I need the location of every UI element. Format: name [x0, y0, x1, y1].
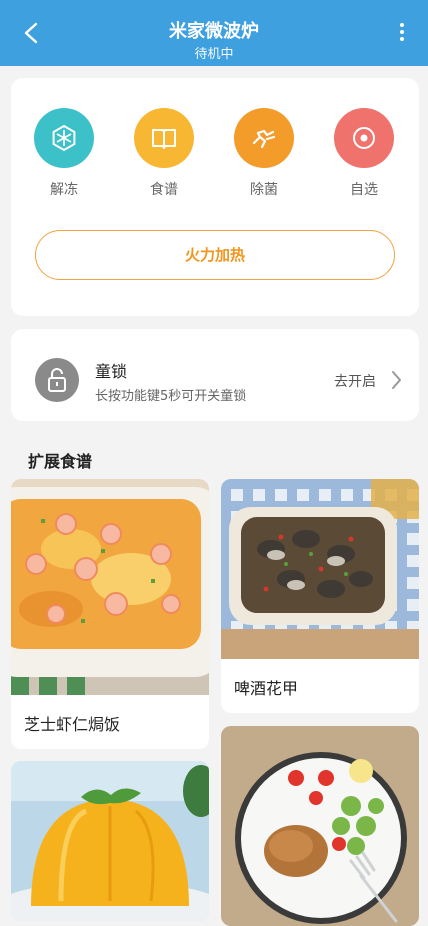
recipes-circle: [134, 108, 194, 168]
mode-defrost[interactable]: 解冻: [29, 108, 99, 199]
child-lock-title: 童锁: [95, 362, 128, 381]
mode-label: 解冻: [50, 182, 78, 198]
recipe-image-chicken-salad: [221, 726, 419, 926]
sterilize-icon: [252, 129, 276, 149]
more-vertical-icon: [400, 23, 404, 41]
lock-icon-circle: [35, 358, 79, 402]
sterilize-circle: [234, 108, 294, 168]
lock-icon: [48, 368, 66, 392]
recipe-card[interactable]: [221, 726, 419, 926]
snowflake-hex-icon: [52, 124, 76, 152]
recipes-section-title: 扩展食谱: [28, 452, 93, 471]
modes-card: 解冻 食谱 除菌 自选 火力加热: [11, 78, 419, 316]
mode-recipes[interactable]: 食谱: [129, 108, 199, 199]
mode-custom[interactable]: 自选: [329, 108, 399, 199]
chevron-right-icon: [388, 369, 404, 395]
recipe-image-orange-pudding: [11, 761, 209, 921]
custom-target-icon: [353, 127, 375, 149]
heat-power-button[interactable]: 火力加热: [35, 230, 395, 280]
child-lock-action[interactable]: 去开启: [334, 371, 376, 391]
recipe-name: 啤酒花甲: [234, 679, 299, 698]
recipe-image-shrimp-rice: [11, 479, 209, 695]
device-status: 待机中: [194, 47, 234, 62]
recipe-card[interactable]: [11, 761, 209, 921]
child-lock-card[interactable]: 童锁 长按功能键5秒可开关童锁 去开启: [11, 329, 419, 421]
recipe-name: 芝士虾仁焗饭: [24, 715, 121, 734]
more-button[interactable]: [390, 18, 414, 48]
recipe-image-beer-clams: [221, 479, 419, 659]
mode-label: 食谱: [150, 182, 178, 198]
defrost-circle: [34, 108, 94, 168]
page-title: 米家微波炉: [169, 21, 259, 42]
mode-label: 自选: [350, 182, 378, 198]
child-lock-description: 长按功能键5秒可开关童锁: [95, 389, 247, 404]
book-icon: [152, 129, 176, 149]
mode-sterilize[interactable]: 除菌: [229, 108, 299, 199]
custom-circle: [334, 108, 394, 168]
recipe-card[interactable]: 芝士虾仁焗饭: [11, 479, 209, 749]
app-header: 米家微波炉 待机中: [0, 0, 428, 66]
recipe-card[interactable]: 啤酒花甲: [221, 479, 419, 713]
mode-label: 除菌: [250, 182, 278, 198]
